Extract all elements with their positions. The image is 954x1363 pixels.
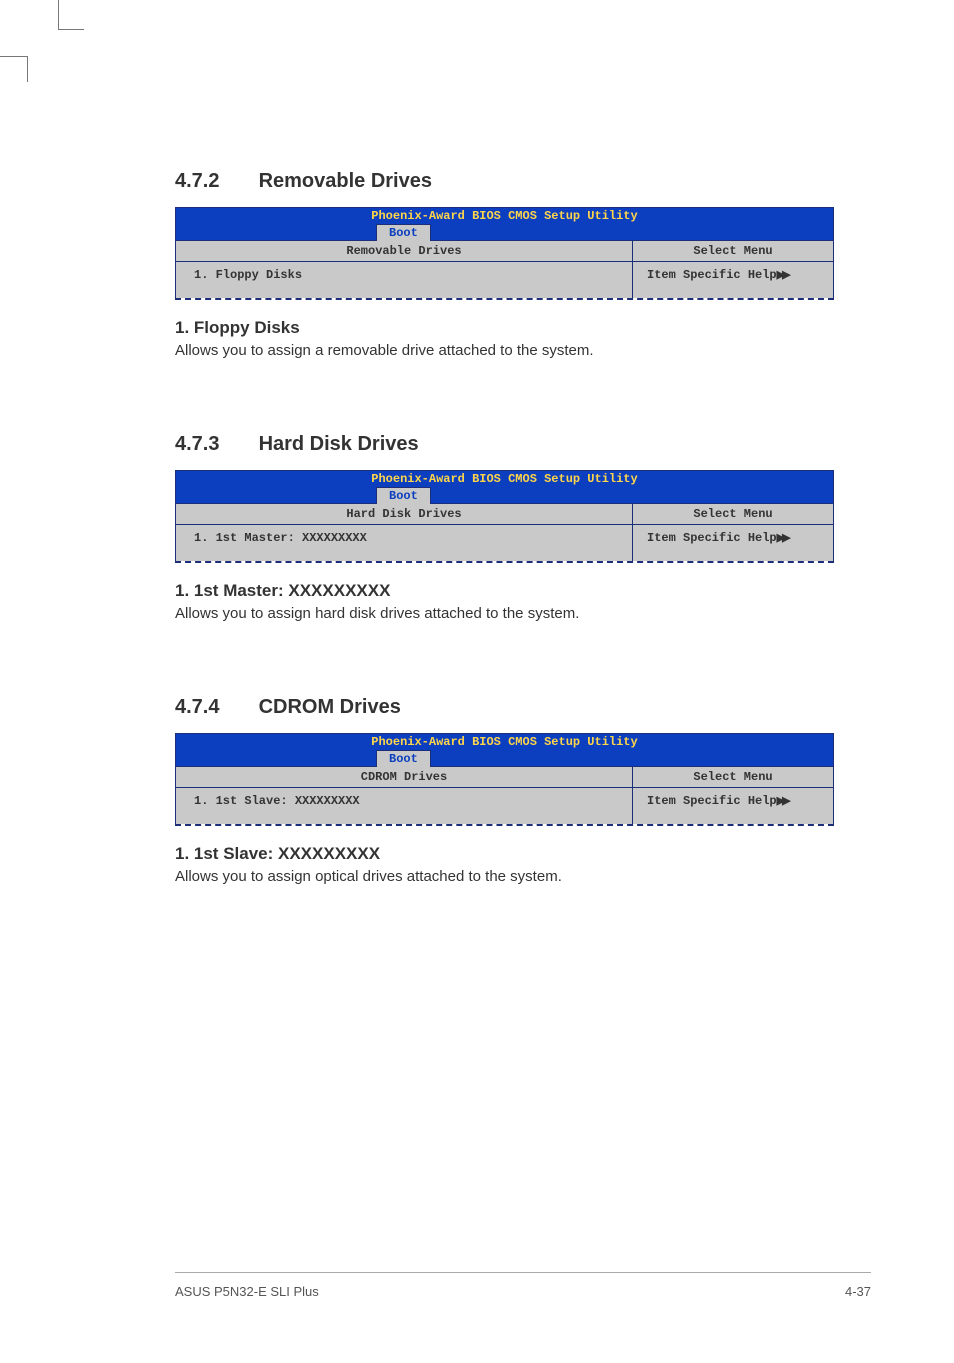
- bios-title: Phoenix-Award BIOS CMOS Setup Utility: [176, 734, 833, 750]
- bios-tab-boot: Boot: [376, 224, 431, 241]
- bios-title: Phoenix-Award BIOS CMOS Setup Utility: [176, 208, 833, 224]
- subsection-text: Allows you to assign hard disk drives at…: [175, 605, 834, 622]
- bios-header-right: Select Menu: [633, 503, 833, 524]
- section-heading-474: 4.7.4 CDROM Drives: [175, 696, 834, 719]
- forward-icon: ▶▶: [777, 269, 788, 281]
- section-title: Hard Disk Drives: [259, 433, 419, 455]
- section-heading-473: 4.7.3 Hard Disk Drives: [175, 433, 834, 456]
- footer-right: 4-37: [845, 1284, 871, 1299]
- footer-left: ASUS P5N32-E SLI Plus: [175, 1284, 319, 1299]
- bios-body-left: 1. 1st Slave: XXXXXXXXX: [176, 787, 633, 824]
- section-title: Removable Drives: [259, 170, 432, 192]
- bios-body-row: 1. 1st Master: XXXXXXXXX Item Specific H…: [176, 524, 833, 561]
- bios-header-left: Hard Disk Drives: [176, 503, 633, 524]
- bios-body-row: 1. Floppy Disks Item Specific Help▶▶: [176, 261, 833, 298]
- bios-screen-cdrom: Phoenix-Award BIOS CMOS Setup Utility Bo…: [175, 733, 834, 824]
- bios-header-row: Removable Drives Select Menu: [176, 240, 833, 261]
- bios-header-right: Select Menu: [633, 766, 833, 787]
- forward-icon: ▶▶: [777, 532, 788, 544]
- section-heading-472: 4.7.2 Removable Drives: [175, 170, 834, 193]
- bios-body-right: Item Specific Help▶▶: [633, 261, 833, 298]
- bios-header-left: CDROM Drives: [176, 766, 633, 787]
- footer-rule: [175, 1272, 871, 1273]
- bios-header-right: Select Menu: [633, 240, 833, 261]
- subsection-text: Allows you to assign optical drives atta…: [175, 868, 834, 885]
- bios-header-row: Hard Disk Drives Select Menu: [176, 503, 833, 524]
- section-number: 4.7.2: [175, 170, 253, 193]
- section-number: 4.7.3: [175, 433, 253, 456]
- bios-tab-row: Boot: [176, 224, 833, 240]
- subsection-heading: 1. 1st Slave: XXXXXXXXX: [175, 844, 834, 864]
- bios-help-label: Item Specific Help: [647, 794, 777, 808]
- bios-tab-row: Boot: [176, 750, 833, 766]
- bios-screen-removable: Phoenix-Award BIOS CMOS Setup Utility Bo…: [175, 207, 834, 298]
- bios-body-left: 1. 1st Master: XXXXXXXXX: [176, 524, 633, 561]
- subsection-heading: 1. Floppy Disks: [175, 318, 834, 338]
- subsection-text: Allows you to assign a removable drive a…: [175, 342, 834, 359]
- bios-tab-boot: Boot: [376, 487, 431, 504]
- bios-tab-boot: Boot: [376, 750, 431, 767]
- bios-bottom-dash: [175, 561, 834, 563]
- bios-bottom-dash: [175, 824, 834, 826]
- bios-body-left: 1. Floppy Disks: [176, 261, 633, 298]
- section-number: 4.7.4: [175, 696, 253, 719]
- bios-screen-harddisk: Phoenix-Award BIOS CMOS Setup Utility Bo…: [175, 470, 834, 561]
- bios-header-left: Removable Drives: [176, 240, 633, 261]
- page-footer: ASUS P5N32-E SLI Plus 4-37: [175, 1284, 871, 1299]
- crop-mark-top: [58, 0, 84, 30]
- bios-body-right: Item Specific Help▶▶: [633, 787, 833, 824]
- forward-icon: ▶▶: [777, 795, 788, 807]
- bios-header-row: CDROM Drives Select Menu: [176, 766, 833, 787]
- bios-body-right: Item Specific Help▶▶: [633, 524, 833, 561]
- bios-body-row: 1. 1st Slave: XXXXXXXXX Item Specific He…: [176, 787, 833, 824]
- page-content: 4.7.2 Removable Drives Phoenix-Award BIO…: [0, 0, 954, 885]
- crop-mark-left: [0, 56, 28, 82]
- bios-bottom-dash: [175, 298, 834, 300]
- bios-help-label: Item Specific Help: [647, 531, 777, 545]
- bios-tab-row: Boot: [176, 487, 833, 503]
- bios-title: Phoenix-Award BIOS CMOS Setup Utility: [176, 471, 833, 487]
- subsection-heading: 1. 1st Master: XXXXXXXXX: [175, 581, 834, 601]
- section-title: CDROM Drives: [259, 696, 401, 718]
- bios-help-label: Item Specific Help: [647, 268, 777, 282]
